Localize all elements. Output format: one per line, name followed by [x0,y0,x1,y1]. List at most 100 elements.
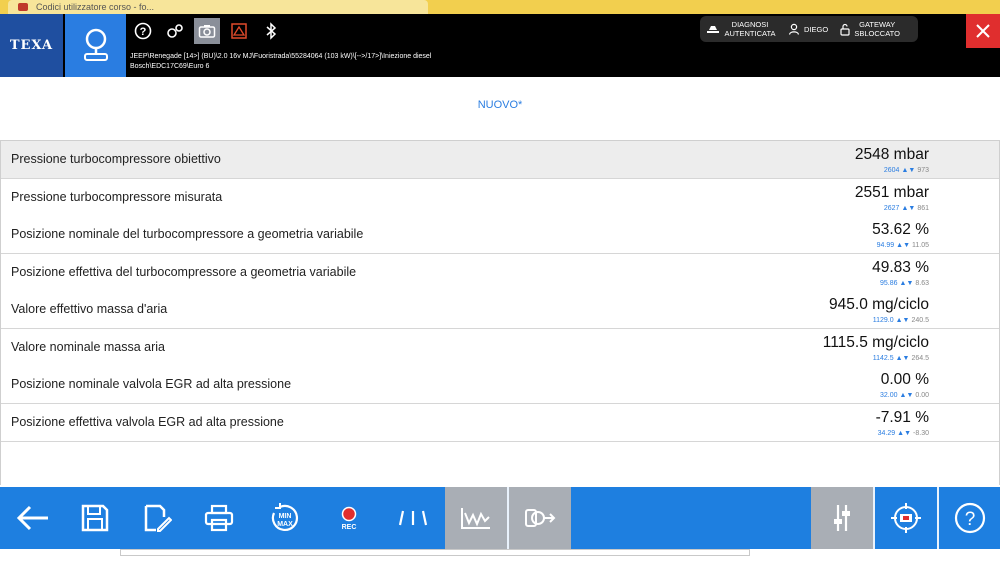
vehicle-path-line2: Bosch\EDC17C69\Euro 6 [130,63,210,70]
minmax-reset-button[interactable]: MIN MAX [254,487,316,549]
parameter-max: 2604 [883,167,900,174]
svg-text:?: ? [965,509,976,530]
screenshot-button[interactable] [194,18,220,44]
help-top-button[interactable]: ? [130,18,156,44]
table-row[interactable]: Posizione nominale del turbocompressore … [1,216,999,254]
minmax-label-top: MIN [279,513,292,520]
browser-tab[interactable]: Codici utilizzatore corso - fo... [8,0,428,14]
car-lift-icon [707,26,719,33]
texa-logo: TEXA [0,14,63,77]
parameter-min: 264.5 [911,354,929,362]
parameter-label: Posizione nominale valvola EGR ad alta p… [11,377,292,391]
filter-button[interactable] [382,487,444,549]
record-icon [341,506,357,521]
table-row[interactable]: Posizione nominale valvola EGR ad alta p… [1,366,999,404]
parameter-min: 8.63 [915,279,929,287]
vehicle-path-line1: JEEP\Renegade [14>] (BU)\2.0 16v MJ\Fuor… [130,53,432,60]
settings-button[interactable] [162,18,188,44]
warning-button[interactable] [226,18,252,44]
inspect-button[interactable] [875,487,937,549]
export-icon [525,509,556,527]
parameter-minmax: 2627 ▲▼ 861 [884,205,929,212]
parameter-max: 32.00 [879,392,898,399]
help-icon: ? [954,502,986,534]
back-arrow-icon [16,505,48,531]
horizontal-scrollbar[interactable] [120,549,750,556]
graph-button[interactable] [445,487,507,549]
parameter-label: Pressione turbocompressore misurata [11,189,223,204]
parameter-label: Valore nominale massa aria [11,339,166,354]
top-bar: TEXA ? JEEP\Renegade [14>] (BU)\2.0 16v … [0,14,1000,77]
diagnosis-magnifier-icon [83,28,108,61]
target-icon [891,503,921,533]
up-down-arrows-icon: ▲▼ [899,392,914,399]
tab-favicon-icon [18,3,28,11]
parameter-min: 0.00 [915,392,929,399]
table-row[interactable]: Valore effettivo massa d'aria 945.0 mg/ci… [1,291,999,329]
parameter-value: 0.00 % [880,371,929,388]
adjust-button[interactable] [811,487,873,549]
table-row[interactable]: Posizione effettiva valvola EGR ad alta … [1,403,999,442]
user-icon [788,23,800,35]
diagnosis-status-label: DIAGNOSI AUTENTICATA [724,20,776,38]
up-down-arrows-icon: ▲▼ [896,242,910,249]
record-button[interactable]: REC [318,487,380,549]
parameter-min: 973 [917,167,929,174]
vehicle-path: JEEP\Renegade [14>] (BU)\2.0 16v MJ\Fuor… [130,52,600,72]
adjust-icon [834,505,850,531]
gateway-status-label: GATEWAY SBLOCCATO [854,20,900,38]
top-toolbar: ? [130,18,284,46]
help-button[interactable]: ? [939,487,1000,549]
minmax-reset-icon: MIN MAX [271,503,298,531]
table-row[interactable]: Valore nominale massa aria 1115.5 mg/cicl… [1,328,999,367]
parameter-minmax: 34.29 ▲▼ -8.30 [878,430,929,437]
export-button[interactable] [509,487,571,549]
parameter-label: Pressione turbocompressore obiettivo [11,152,221,166]
parameter-max: 2627 [883,204,900,212]
parameter-min: 861 [917,204,929,212]
page-subtitle: NUOVO* [477,99,523,111]
parameter-min: 11.05 [912,242,929,249]
graph-icon [461,508,490,529]
table-row[interactable]: Pressione turbocompressore obiettivo 2548… [1,141,999,179]
parameter-table: Pressione turbocompressore obiettivo 2548… [0,140,1000,485]
parameter-max: 34.29 [877,429,896,437]
parameter-value: 53.62 % [872,221,929,238]
edit-icon [144,504,172,532]
diagnosis-status[interactable]: DIAGNOSI AUTENTICATA [700,20,782,38]
parameter-value: 49.83 % [872,258,929,276]
close-button[interactable] [966,14,1000,48]
parameter-max: 1129.0 [872,317,894,324]
status-group: DIAGNOSI AUTENTICATA DIEGO GATEWAY SBLOC… [700,16,918,42]
print-icon [204,504,234,532]
up-down-arrows-icon: ▲▼ [901,167,916,174]
app-window: TEXA ? JEEP\Renegade [14>] (BU)\2.0 16v … [0,14,1000,562]
parameter-label: Posizione effettiva del turbocompressore… [11,264,357,279]
edit-button[interactable] [126,487,188,549]
unlock-icon [840,23,850,36]
bluetooth-button[interactable] [258,18,284,44]
parameter-label: Posizione nominale del turbocompressore … [11,227,364,241]
parameter-label: Valore effettivo massa d'aria [11,302,168,316]
camera-icon [198,25,216,38]
gears-icon [167,24,183,38]
parameter-minmax: 95.86 ▲▼ 8.63 [880,280,929,287]
diagnosis-mode-button[interactable] [65,14,126,77]
parameter-min: 240.5 [911,317,929,324]
parameter-value: 2548 mbar [854,146,929,163]
parameter-minmax: 1129.0 ▲▼ 240.5 [873,317,929,324]
save-button[interactable] [64,487,126,549]
parameter-minmax: 32.00 ▲▼ 0.00 [880,392,929,399]
parameter-value: 1115.5 mg/ciclo [822,333,929,351]
table-row[interactable]: Posizione effettiva del turbocompressore… [1,253,999,292]
parameter-value: -7.91 % [875,408,929,426]
print-button[interactable] [188,487,250,549]
parameter-min: -8.30 [913,429,929,437]
table-row[interactable]: Pressione turbocompressore misurata 2551 … [1,178,999,217]
gateway-status[interactable]: GATEWAY SBLOCCATO [834,20,906,38]
bluetooth-icon [266,22,277,40]
bottom-toolbar: MIN MAX REC ? [0,487,1000,549]
user-status[interactable]: DIEGO [782,23,834,35]
record-label: REC [341,523,357,531]
back-button[interactable] [2,487,64,549]
